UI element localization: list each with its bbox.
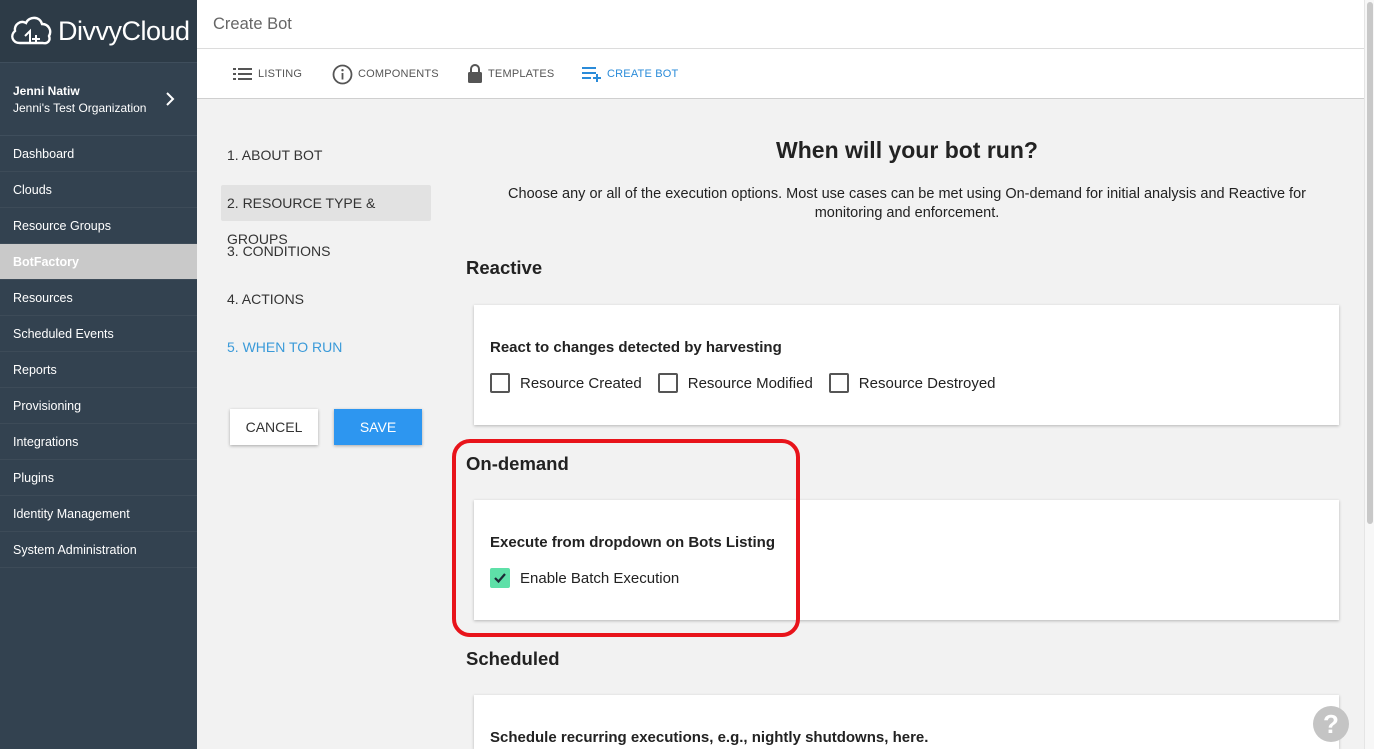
tab-bar: LISTING COMPONENTS TEMPLATES CREATE BOT xyxy=(197,49,1364,99)
cancel-button[interactable]: CANCEL xyxy=(230,409,318,445)
step-when-to-run[interactable]: 5. WHEN TO RUN xyxy=(221,329,431,365)
tab-label: LISTING xyxy=(258,68,303,80)
sidebar-item-dashboard[interactable]: Dashboard xyxy=(0,136,197,172)
reactive-heading: Reactive xyxy=(466,257,543,278)
sidebar-item-scheduled-events[interactable]: Scheduled Events xyxy=(0,316,197,352)
sidebar-item-clouds[interactable]: Clouds xyxy=(0,172,197,208)
sidebar-item-plugins[interactable]: Plugins xyxy=(0,460,197,496)
list-icon xyxy=(233,68,252,80)
enable-batch-execution-checkbox[interactable]: Enable Batch Execution xyxy=(490,568,679,588)
save-button[interactable]: SAVE xyxy=(334,409,422,445)
sidebar-item-provisioning[interactable]: Provisioning xyxy=(0,388,197,424)
sidebar-item-botfactory[interactable]: BotFactory xyxy=(0,244,197,280)
sidebar-item-identity-management[interactable]: Identity Management xyxy=(0,496,197,532)
main-heading: When will your bot run? xyxy=(776,137,1038,163)
checkbox-label: Resource Destroyed xyxy=(858,374,996,392)
checkbox-box[interactable] xyxy=(490,568,510,588)
tab-templates[interactable]: TEMPLATES xyxy=(467,49,554,99)
page-header: Create Bot xyxy=(197,0,1364,49)
checkmark-icon xyxy=(494,573,506,584)
scheduled-heading: Scheduled xyxy=(466,648,560,669)
sidebar-item-resource-groups[interactable]: Resource Groups xyxy=(0,208,197,244)
checkbox-box[interactable] xyxy=(828,373,849,393)
reactive-card-title: React to changes detected by harvesting xyxy=(490,339,782,356)
checkbox-label: Enable Batch Execution xyxy=(520,569,680,587)
chevron-right-icon xyxy=(166,92,175,106)
tab-label: COMPONENTS xyxy=(358,68,439,80)
ondemand-card: Execute from dropdown on Bots Listing En… xyxy=(474,500,1339,620)
page-title: Create Bot xyxy=(213,15,292,33)
help-button[interactable]: ? xyxy=(1313,706,1349,742)
sidebar: DivvyCloud Jenni Natiw Jenni's Test Orga… xyxy=(0,0,197,749)
resource-destroyed-checkbox[interactable]: Resource Destroyed xyxy=(828,373,996,393)
tab-label: TEMPLATES xyxy=(488,68,555,80)
user-organization: Jenni's Test Organization xyxy=(13,101,147,115)
scheduled-card-title: Schedule recurring executions, e.g., nig… xyxy=(490,729,929,746)
cloud-logo-icon xyxy=(11,16,52,45)
checkbox-label: Resource Modified xyxy=(687,374,813,392)
step-resource-type-groups[interactable]: 2. RESOURCE TYPE & GROUPS xyxy=(221,185,431,247)
lock-icon xyxy=(468,64,482,83)
tab-components[interactable]: COMPONENTS xyxy=(332,49,439,99)
scrollbar-thumb[interactable] xyxy=(1367,2,1373,524)
tab-create-bot[interactable]: CREATE BOT xyxy=(582,49,678,99)
sidebar-item-integrations[interactable]: Integrations xyxy=(0,424,197,460)
info-icon xyxy=(332,64,353,84)
checkbox-box[interactable] xyxy=(657,373,678,393)
sidebar-item-system-administration[interactable]: System Administration xyxy=(0,532,197,568)
reactive-options: Resource Created Resource Modified Resou… xyxy=(490,373,1012,393)
add-list-icon xyxy=(582,67,601,82)
sidebar-item-reports[interactable]: Reports xyxy=(0,352,197,388)
tab-listing[interactable]: LISTING xyxy=(233,49,302,99)
ondemand-heading: On-demand xyxy=(466,453,569,474)
step-actions[interactable]: 4. ACTIONS xyxy=(221,281,431,317)
ondemand-options: Enable Batch Execution xyxy=(490,568,695,588)
ondemand-card-title: Execute from dropdown on Bots Listing xyxy=(490,534,775,551)
user-name: Jenni Natiw xyxy=(13,84,80,98)
step-conditions[interactable]: 3. CONDITIONS xyxy=(221,233,431,269)
checkbox-label: Resource Created xyxy=(520,374,642,392)
scheduled-card: Schedule recurring executions, e.g., nig… xyxy=(474,695,1339,749)
app-name: DivvyCloud xyxy=(58,15,190,46)
tab-label: CREATE BOT xyxy=(607,68,679,80)
user-switcher[interactable]: Jenni Natiw Jenni's Test Organization xyxy=(0,62,197,136)
step-about-bot[interactable]: 1. ABOUT BOT xyxy=(221,137,431,173)
reactive-card: React to changes detected by harvesting … xyxy=(474,305,1339,425)
resource-modified-checkbox[interactable]: Resource Modified xyxy=(657,373,813,393)
sidebar-item-resources[interactable]: Resources xyxy=(0,280,197,316)
main-description: Choose any or all of the execution optio… xyxy=(508,186,1306,221)
checkbox-box[interactable] xyxy=(490,373,510,393)
logo[interactable]: DivvyCloud xyxy=(0,0,197,62)
resource-created-checkbox[interactable]: Resource Created xyxy=(490,373,642,393)
scrollbar[interactable] xyxy=(1364,0,1374,749)
